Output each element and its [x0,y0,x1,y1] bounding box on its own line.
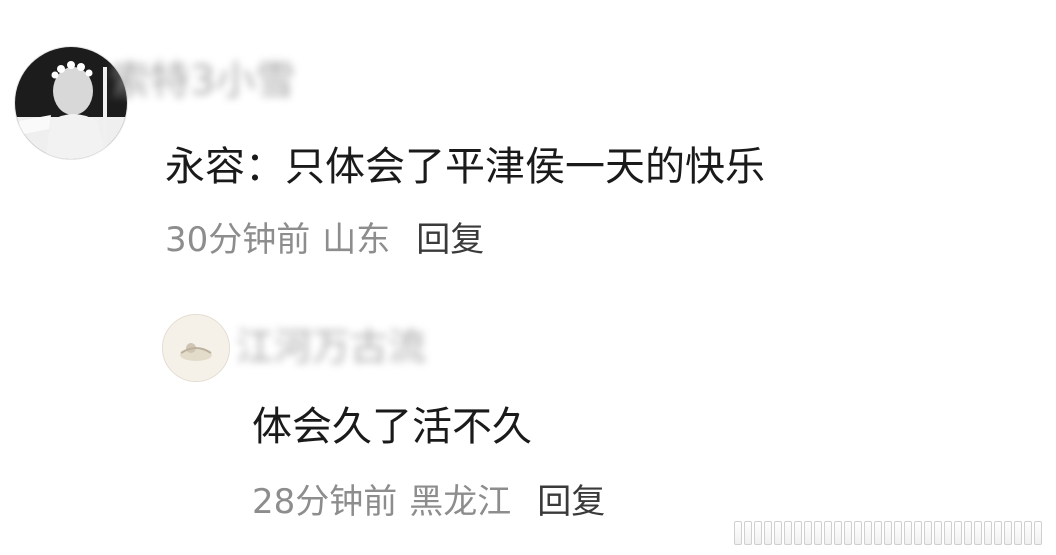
comment-time: 28分钟前 [252,482,398,522]
reply-comment-item: 江河万古流 体会久了活不久 28分钟前 黑龙江 回复 [0,290,1056,535]
comment-time: 30分钟前 [165,220,311,260]
username[interactable]: 索特3小雪 [110,48,295,106]
comment-location: 黑龙江 [409,482,512,522]
comment-text: 体会久了活不久 [252,404,532,450]
comment-meta: 28分钟前 黑龙江 回复 [252,474,605,523]
reply-button[interactable]: 回复 [537,474,605,523]
user-avatar[interactable] [162,314,230,382]
comment-meta: 30分钟前 山东 回复 [165,212,484,261]
watermark [734,521,1042,545]
comment-location: 山东 [322,220,391,260]
comment-text: 永容：只体会了平津侯一天的快乐 [165,144,765,190]
sketch-icon [163,315,229,381]
reply-button[interactable]: 回复 [416,212,484,261]
username[interactable]: 江河万古流 [236,316,426,371]
comment-item: 索特3小雪 永容：只体会了平津侯一天的快乐 30分钟前 山东 回复 [0,0,1056,270]
